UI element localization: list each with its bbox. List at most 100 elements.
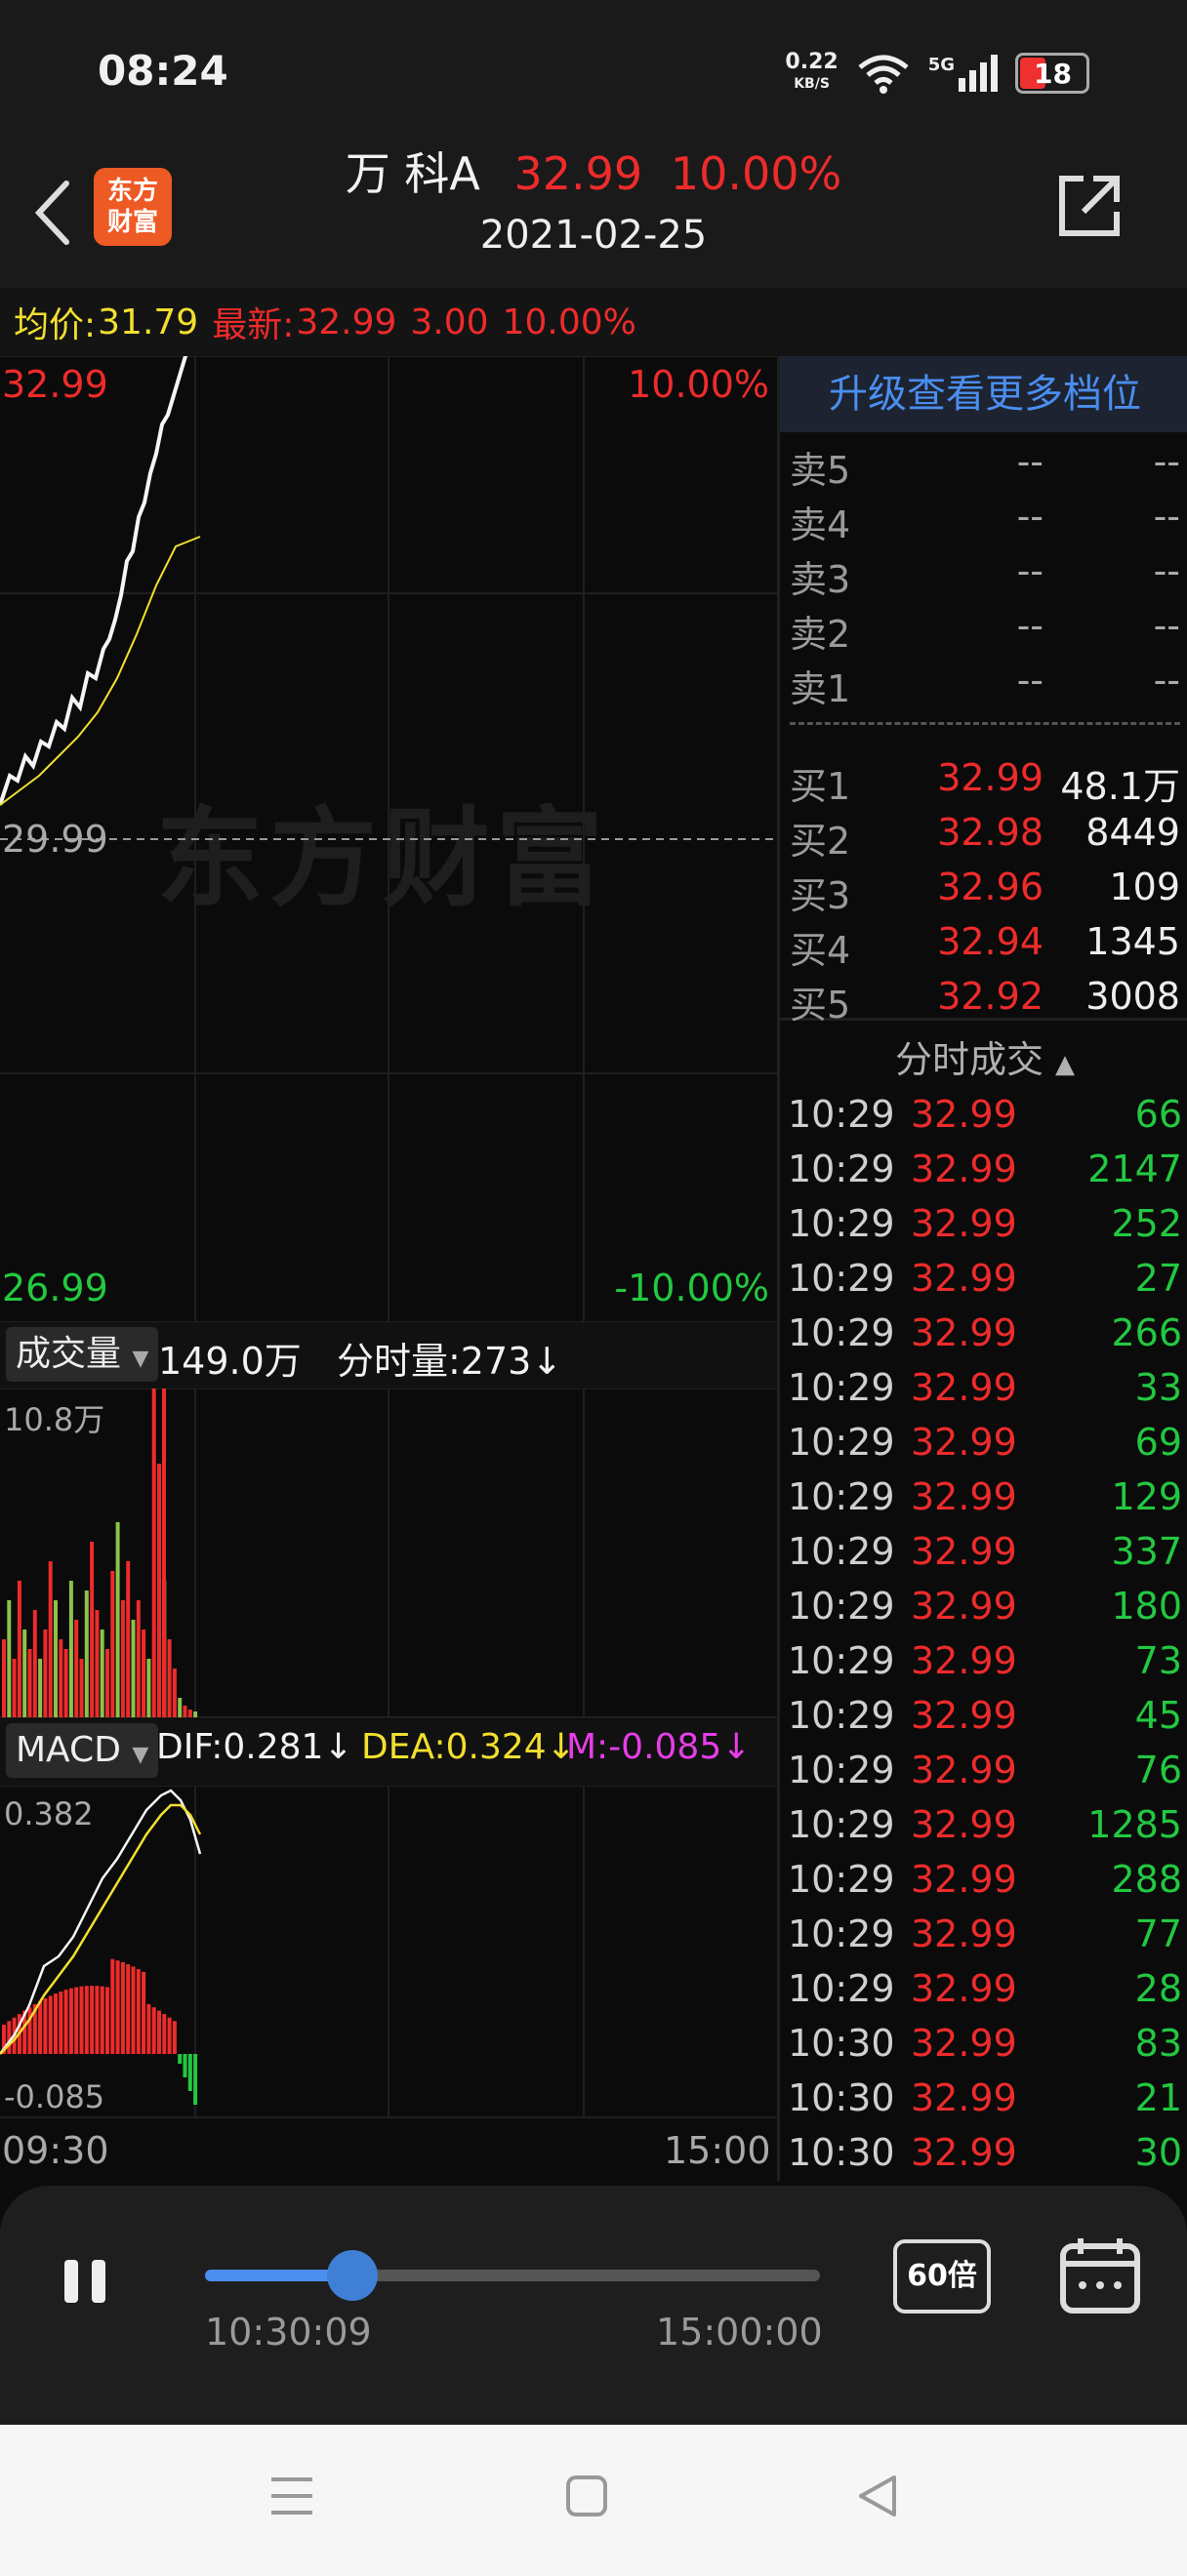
- volume-bar: [178, 1698, 183, 1717]
- status-icons: 0.22 KB/S 5G 18: [785, 49, 1089, 98]
- dropdown-caret-icon: ▼: [132, 1347, 149, 1371]
- trade-row: 10:30 32.99 30: [788, 2131, 1182, 2186]
- trade-time: 10:29: [788, 1639, 895, 1682]
- macd-bar: [7, 2021, 12, 2054]
- battery-icon: 18: [1015, 53, 1089, 94]
- macd-bar: [43, 1998, 48, 2054]
- volume-bar: [27, 1649, 32, 1717]
- macd-bar: [54, 1993, 58, 2054]
- trade-time: 10:29: [788, 1749, 895, 1791]
- trade-time: 10:29: [788, 1421, 895, 1464]
- ask-row: 卖4 -- --: [790, 495, 1180, 549]
- volume-bar: [146, 1659, 151, 1717]
- volume-bar: [126, 1561, 131, 1717]
- volume-total: 149.0万: [158, 1340, 302, 1383]
- trade-price: 32.99: [911, 1257, 1017, 1300]
- trade-price: 32.99: [911, 1967, 1017, 2010]
- volume-bar: [68, 1581, 73, 1717]
- macd-bar: [151, 2007, 156, 2054]
- trade-time: 10:29: [788, 1585, 895, 1628]
- trade-time: 10:29: [788, 1366, 895, 1409]
- trade-row: 10:29 32.99 33: [788, 1366, 1182, 1421]
- trade-row: 10:29 32.99 77: [788, 1912, 1182, 1967]
- volume-bar: [136, 1600, 141, 1717]
- order-price: 32.96: [937, 865, 1044, 908]
- back-icon[interactable]: [855, 2474, 900, 2518]
- trade-price: 32.99: [911, 1639, 1017, 1682]
- calendar-icon[interactable]: [1059, 2236, 1141, 2314]
- playback-thumb[interactable]: [327, 2250, 379, 2301]
- volume-bar: [110, 1571, 115, 1717]
- macd-bar: [146, 2003, 151, 2054]
- order-level-label: 买2: [790, 820, 851, 863]
- macd-bar: [63, 1990, 68, 2054]
- macd-bar: [59, 1991, 63, 2054]
- pause-button[interactable]: [59, 2254, 113, 2309]
- trade-time: 10:29: [788, 1912, 895, 1955]
- macd-bar: [110, 1958, 115, 2054]
- menu-icon[interactable]: [269, 2474, 314, 2518]
- macd-bar: [172, 2021, 177, 2054]
- trade-price: 32.99: [911, 1093, 1017, 1136]
- trade-volume: 28: [1134, 1967, 1182, 2010]
- trade-volume: 33: [1134, 1366, 1182, 1409]
- trade-time: 10:29: [788, 1202, 895, 1245]
- ask-row: 卖3 -- --: [790, 549, 1180, 604]
- trade-time: 10:29: [788, 1311, 895, 1354]
- volume-bar: [43, 1630, 48, 1717]
- macd-bar: [100, 1986, 104, 2054]
- macd-indicator-dropdown[interactable]: MACD ▼: [6, 1723, 159, 1778]
- macd-m: M:-0.085↓: [566, 1727, 752, 1767]
- trade-price: 32.99: [911, 1530, 1017, 1573]
- trade-price: 32.99: [911, 1694, 1017, 1737]
- trade-row: 10:29 32.99 252: [788, 1202, 1182, 1257]
- volume-indicator-dropdown[interactable]: 成交量 ▼: [6, 1327, 159, 1382]
- macd-bar: [27, 2007, 32, 2054]
- stock-name: 万 科A: [345, 147, 480, 200]
- trades-header[interactable]: 分时成交 ▲: [780, 1029, 1187, 1083]
- macd-bottom-label: -0.085: [4, 2078, 105, 2115]
- trade-row: 10:29 32.99 69: [788, 1421, 1182, 1475]
- order-volume: 1345: [1085, 920, 1180, 963]
- trade-price: 32.99: [911, 2022, 1017, 2065]
- upgrade-button[interactable]: 升级查看更多档位: [780, 356, 1187, 432]
- trade-row: 10:29 32.99 28: [788, 1967, 1182, 2022]
- latest-value: 32.99: [296, 302, 397, 342]
- trade-price: 32.99: [911, 1912, 1017, 1955]
- header-change-pct: 10.00%: [670, 147, 842, 200]
- volume-bar: [151, 1386, 156, 1717]
- share-icon[interactable]: [1054, 171, 1125, 241]
- trade-price: 32.99: [911, 1421, 1017, 1464]
- order-volume: --: [1153, 440, 1180, 483]
- wifi-icon: [858, 55, 909, 94]
- status-time: 08:24: [98, 47, 228, 95]
- macd-bar: [74, 1987, 79, 2054]
- trade-row: 10:29 32.99 288: [788, 1858, 1182, 1912]
- trade-volume: 66: [1134, 1093, 1182, 1136]
- trade-volume: 27: [1134, 1257, 1182, 1300]
- minute-volume: 分时量:273↓: [337, 1340, 563, 1383]
- trade-volume: 73: [1134, 1639, 1182, 1682]
- order-level-label: 买5: [790, 984, 851, 1026]
- trade-row: 10:29 32.99 129: [788, 1475, 1182, 1530]
- trade-volume: 76: [1134, 1749, 1182, 1791]
- bid-row: 买1 32.99 48.1万: [790, 756, 1180, 811]
- volume-bar: [142, 1630, 146, 1717]
- macd-bar: [126, 1964, 131, 2054]
- trade-volume: 2147: [1087, 1147, 1182, 1190]
- order-volume: --: [1153, 604, 1180, 647]
- playback-current-time: 10:30:09: [205, 2311, 372, 2354]
- trade-price: 32.99: [911, 1585, 1017, 1628]
- macd-bar: [193, 2054, 198, 2105]
- home-icon[interactable]: [564, 2474, 609, 2518]
- volume-bar: [48, 1561, 53, 1717]
- speed-button[interactable]: 60倍: [893, 2239, 991, 2314]
- volume-bar: [172, 1669, 177, 1717]
- trade-price: 32.99: [911, 1366, 1017, 1409]
- bid-row: 买2 32.98 8449: [790, 811, 1180, 865]
- order-level-label: 卖1: [790, 667, 851, 710]
- order-price: 32.92: [937, 975, 1044, 1018]
- trade-time: 10:29: [788, 1475, 895, 1518]
- trade-price: 32.99: [911, 1202, 1017, 1245]
- trade-time: 10:29: [788, 1257, 895, 1300]
